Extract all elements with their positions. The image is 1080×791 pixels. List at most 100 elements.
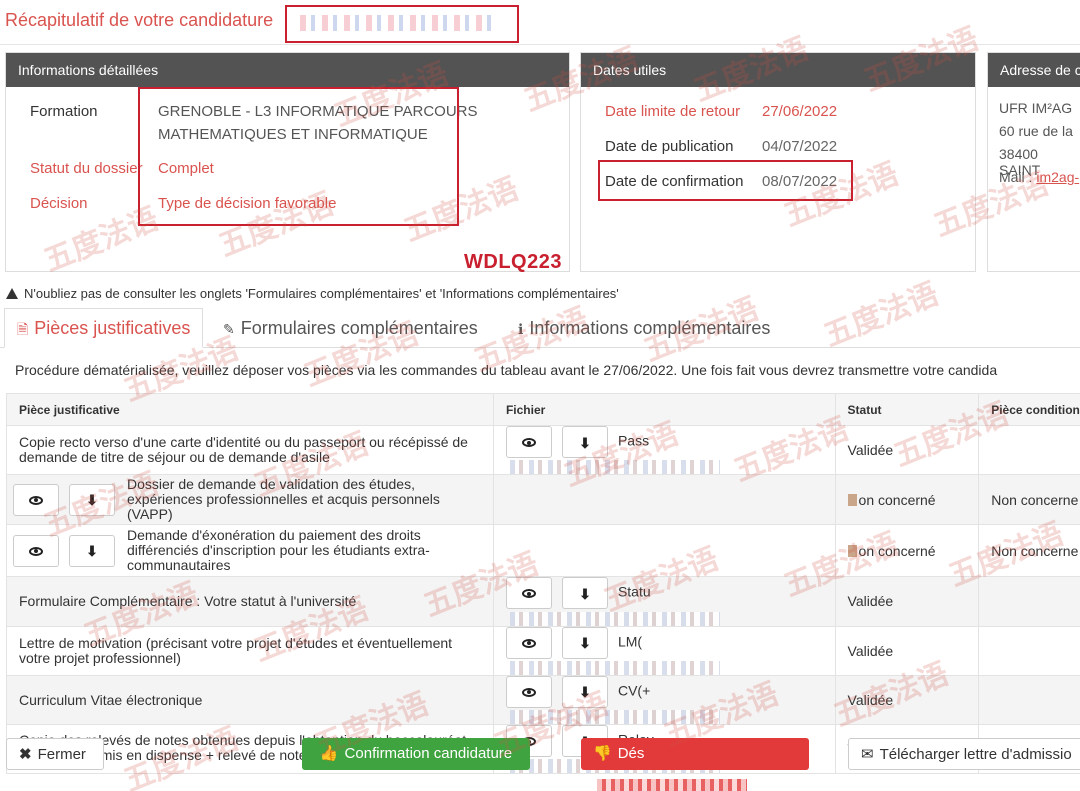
mail-label: Mail : [999, 169, 1033, 185]
download-icon: ⬇ [579, 684, 591, 701]
tab-label: Informations complémentaires [529, 318, 771, 338]
close-label: Fermer [37, 746, 86, 763]
warning-icon [6, 288, 18, 299]
piece-name: Copie recto verso d'une carte d'identité… [19, 434, 468, 466]
col-header-piece: Pièce justificative [6, 393, 494, 426]
view-button[interactable] [505, 675, 552, 708]
statut-marker [847, 544, 857, 557]
statut-text: on concerné [858, 542, 936, 559]
download-icon: ⬇ [579, 434, 591, 451]
condition-cell [978, 674, 1080, 726]
withdraw-button[interactable]: 👎 Dés [581, 738, 809, 791]
decision-label: Décision [30, 195, 88, 212]
publication-label: Date de publication [605, 138, 734, 155]
view-button[interactable] [13, 534, 59, 567]
mail-link[interactable]: im2ag- [1036, 169, 1079, 185]
statut-cell: Validée [834, 674, 980, 726]
withdraw-label: Dés [617, 745, 645, 762]
redacted-file-name [509, 611, 720, 626]
file-name: Pass [617, 432, 650, 449]
tab-label: Formulaires complémentaires [240, 318, 478, 338]
warning-text: N'oubliez pas de consulter les onglets '… [24, 286, 619, 301]
download-button[interactable]: ⬇ [561, 626, 608, 659]
thumbs-up-icon: 👍 [319, 745, 339, 762]
tab-label: Pièces justificatives [34, 318, 191, 338]
table-row: Curriculum Vitae électronique ⬇ CV(+ Vali… [6, 674, 1080, 726]
download-button[interactable]: ⬇ [561, 675, 608, 708]
formation-label: Formation [30, 103, 98, 120]
eye-icon [29, 495, 43, 505]
piece-name: Demande d'éxonération du paiement des dr… [127, 527, 430, 574]
view-button[interactable] [505, 626, 552, 659]
publication-value: 04/07/2022 [762, 138, 838, 155]
address-mail: Mail : im2ag- [999, 169, 1079, 185]
statut-text: on concerné [858, 491, 936, 508]
download-icon: ⬇ [86, 543, 98, 560]
piece-name: Lettre de motivation (précisant votre pr… [19, 634, 453, 666]
col-header-condition: Pièce condition [978, 393, 1080, 426]
details-panel-heading: Informations détaillées [6, 53, 569, 87]
info-icon: ℹ [518, 321, 524, 337]
tab-informations-complementaires[interactable]: ℹ Informations complémentaires [505, 308, 783, 348]
eye-icon [521, 687, 536, 697]
download-button[interactable]: ⬇ [69, 483, 115, 516]
file-name: CV(+ [617, 682, 651, 699]
eye-icon [521, 589, 536, 599]
file-name: Statu [617, 584, 651, 600]
tab-formulaires-complementaires[interactable]: ✎ Formulaires complémentaires [210, 308, 491, 348]
annotation-code: WDLQ223 [464, 251, 562, 273]
redacted-file-name [509, 710, 720, 725]
view-button[interactable] [505, 577, 552, 610]
piece-name: Dossier de demande de validation des étu… [127, 476, 440, 523]
close-button[interactable]: ✖ Fermer [6, 738, 104, 770]
form-icon: ✎ [223, 321, 235, 337]
view-button[interactable] [505, 426, 552, 458]
procedure-text: Procédure dématérialisée, veuillez dépos… [15, 362, 998, 378]
download-admission-letter-button[interactable]: ✉ Télécharger lettre d'admissio [848, 738, 1080, 770]
tab-bar: 🗎 Pièces justificatives ✎ Formulaires comp… [0, 308, 1080, 348]
statut-label: Statut du dossier [30, 160, 143, 177]
dates-panel-heading: Dates utiles [581, 53, 975, 87]
download-button[interactable]: ⬇ [69, 534, 115, 567]
eye-icon [521, 638, 536, 648]
confirm-label: Confirmation candidature [344, 745, 513, 762]
warning-message: N'oubliez pas de consulter les onglets '… [6, 286, 619, 301]
thumbs-down-icon: 👎 [593, 745, 612, 762]
file-cell [492, 524, 836, 578]
title-divider [0, 44, 1080, 45]
table-row: ⬇ Demande d'éxonération du paiement des … [6, 524, 1080, 578]
condition-cell [978, 576, 1080, 627]
file-name: LM( [617, 633, 643, 650]
documents-table: Pièce justificative Fichier Statut Pièce… [6, 393, 1080, 775]
piece-name: Formulaire Complémentaire : Votre statut… [19, 592, 357, 609]
admission-letter-label: Télécharger lettre d'admissio [879, 746, 1072, 763]
col-header-fichier: Fichier [492, 393, 836, 426]
statut-marker [847, 493, 857, 506]
retour-label: Date limite de retour [605, 103, 741, 120]
tab-pieces-justificatives[interactable]: 🗎 Pièces justificatives [4, 308, 204, 348]
document-icon: 🗎 [17, 321, 29, 337]
download-icon: ⬇ [579, 635, 591, 652]
statut-cell: Validée [834, 576, 980, 627]
download-icon: ⬇ [579, 585, 591, 602]
condition-cell: Non concerne [978, 474, 1080, 526]
statut-cell: Validée [834, 424, 980, 476]
address-panel-heading: Adresse de c [988, 53, 1080, 87]
download-icon: ⬇ [86, 492, 98, 509]
redacted-file-name [509, 660, 720, 675]
download-button[interactable]: ⬇ [561, 426, 608, 458]
close-icon: ✖ [19, 746, 32, 763]
eye-icon [29, 546, 43, 556]
file-cell [492, 474, 836, 526]
table-row: Formulaire Complémentaire : Votre statut… [6, 576, 1080, 627]
table-row: ⬇ Dossier de demande de validation des é… [6, 474, 1080, 526]
redacted-withdraw-label [597, 779, 747, 791]
condition-cell [978, 424, 1080, 476]
confirm-application-button[interactable]: 👍 Confirmation candidature [302, 738, 530, 770]
download-button[interactable]: ⬇ [561, 577, 608, 610]
envelope-icon: ✉ [861, 746, 874, 763]
redacted-file-name [509, 460, 720, 475]
view-button[interactable] [13, 483, 59, 516]
condition-cell [978, 625, 1080, 676]
annotation-box-dates [598, 160, 853, 201]
